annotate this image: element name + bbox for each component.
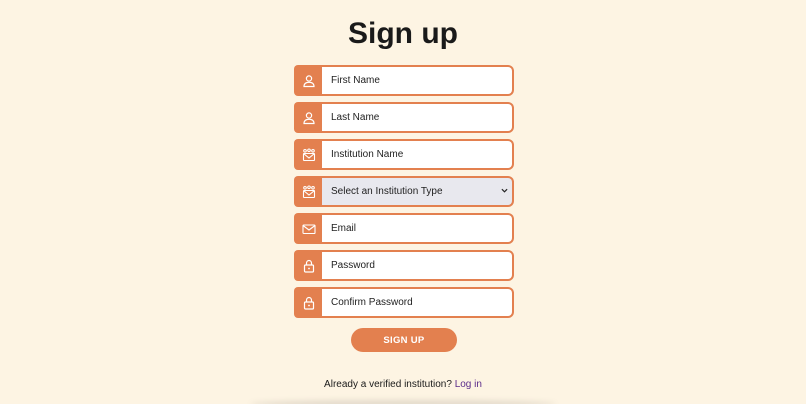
password-field <box>294 250 514 281</box>
envelope-icon <box>294 213 324 244</box>
lock-icon <box>294 287 324 318</box>
login-prompt-text: Already a verified institution? <box>324 379 452 390</box>
institution-name-field <box>294 139 514 170</box>
sign-up-button[interactable]: SIGN UP <box>351 328 457 352</box>
institution-icon <box>294 176 324 207</box>
first-name-field <box>294 65 514 96</box>
institution-type-select[interactable]: Select an Institution Type <box>322 176 514 207</box>
last-name-field <box>294 102 514 133</box>
institution-type-field: Select an Institution Type <box>294 176 514 207</box>
confirm-password-field <box>294 287 514 318</box>
login-prompt: Already a verified institution? Log in <box>0 379 806 390</box>
first-name-input[interactable] <box>322 65 514 96</box>
institution-icon <box>294 139 324 170</box>
signup-page: Sign up First Name Last Name Institution… <box>0 0 806 404</box>
login-link[interactable]: Log in <box>455 379 482 390</box>
user-icon <box>294 65 324 96</box>
bottom-shadow <box>250 400 556 404</box>
password-input[interactable] <box>322 250 514 281</box>
institution-name-input[interactable] <box>322 139 514 170</box>
email-field <box>294 213 514 244</box>
signup-form: Select an Institution Type <box>294 65 514 324</box>
confirm-password-input[interactable] <box>322 287 514 318</box>
email-input[interactable] <box>322 213 514 244</box>
page-title: Sign up <box>348 17 458 50</box>
lock-icon <box>294 250 324 281</box>
last-name-input[interactable] <box>322 102 514 133</box>
user-icon <box>294 102 324 133</box>
